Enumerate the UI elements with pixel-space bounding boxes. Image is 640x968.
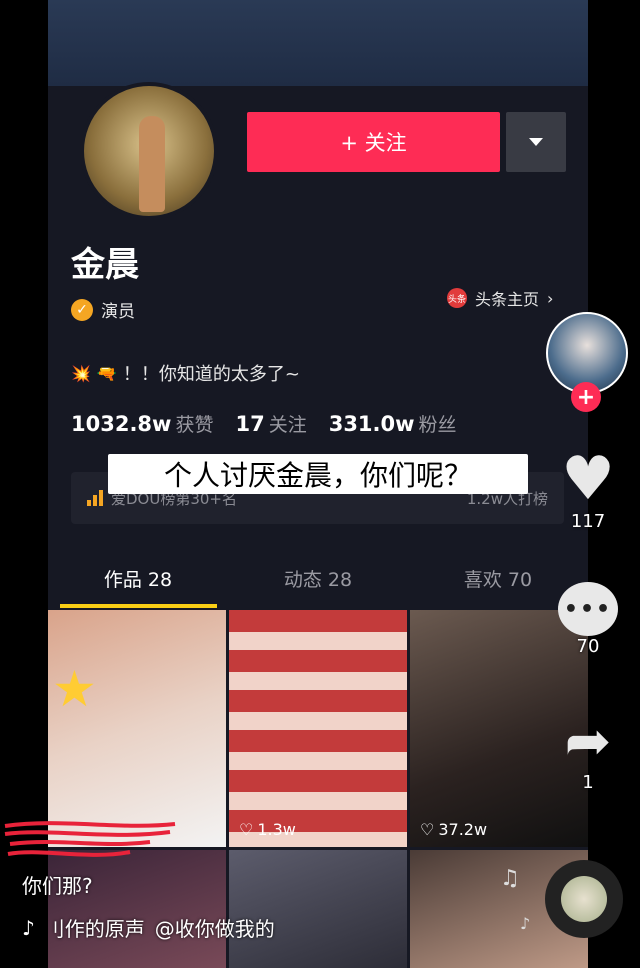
music-text: 刂作的原声 — [44, 917, 145, 941]
overlay-caption: 个人讨厌金晨，你们呢？ — [108, 454, 528, 494]
video-likes: ♡ 1.3w — [239, 820, 296, 839]
stat-likes[interactable]: 1032.8w 获赞 — [71, 410, 213, 437]
comment-count: 70 — [576, 636, 600, 657]
video-thumb[interactable] — [229, 850, 407, 968]
profile-stats: 1032.8w 获赞 17 关注 331.0w 粉丝 — [71, 410, 457, 437]
comment-action[interactable]: ••• 70 — [546, 582, 630, 657]
star-icon: ★ — [52, 660, 97, 718]
comment-icon: ••• — [558, 582, 618, 636]
stat-following-num: 17 — [235, 412, 265, 436]
more-dropdown-button[interactable] — [506, 112, 566, 172]
video-caption: 你们那? — [22, 874, 93, 898]
stat-followers[interactable]: 331.0w 粉丝 — [329, 410, 457, 437]
follow-plus-icon[interactable]: + — [571, 382, 601, 412]
profile-name: 金晨 — [71, 245, 139, 285]
tab-activity[interactable]: 动态 28 — [228, 560, 408, 608]
profile-tabs: 作品 28 动态 28 喜欢 70 — [48, 560, 588, 608]
tab-underline — [60, 604, 217, 608]
like-count: 117 — [570, 511, 606, 532]
video-thumb[interactable]: ♡ 1.3w — [229, 610, 407, 847]
bio-text: ！！你知道的太多了~ — [122, 364, 300, 385]
video-thumb[interactable]: ★ — [48, 610, 226, 847]
stat-following-label: 关注 — [268, 414, 307, 436]
video-likes-count: 1.3w — [257, 820, 296, 839]
like-action[interactable]: ♥ 117 — [546, 447, 630, 532]
video-likes: ♡ 37.2w — [420, 820, 487, 839]
toutiao-link[interactable]: 头条 头条主页 › — [447, 286, 553, 310]
profile-banner — [48, 0, 588, 86]
stat-following[interactable]: 17 关注 — [235, 410, 306, 437]
stat-likes-num: 1032.8w — [71, 412, 172, 436]
tab-works[interactable]: 作品 28 — [48, 560, 228, 608]
avatar-figure — [139, 116, 165, 212]
tiktok-note-icon: ♪ — [22, 915, 35, 940]
heart-icon: ♥ — [561, 444, 615, 514]
verified-icon: ✓ — [71, 298, 93, 321]
dropdown-icon — [529, 138, 543, 146]
disc-cover — [561, 876, 607, 922]
toutiao-icon: 头条 — [447, 288, 467, 308]
music-note-icon: ♪ — [520, 914, 531, 933]
redaction-scribble — [4, 821, 176, 857]
verification-label: 演员 — [101, 302, 135, 322]
share-count: 1 — [582, 772, 594, 793]
follow-label: + 关注 — [340, 131, 407, 155]
stat-followers-label: 粉丝 — [418, 414, 457, 436]
verification-badge: ✓ 演员 — [71, 297, 135, 322]
music-note-icon: ♫ — [500, 866, 520, 891]
gun-icon: 🔫 — [96, 363, 117, 383]
share-icon: ➦ — [564, 709, 612, 774]
explosion-icon: 💥 — [71, 363, 91, 383]
music-disc[interactable] — [545, 860, 623, 938]
stat-likes-label: 获赞 — [175, 414, 214, 436]
profile-avatar[interactable] — [80, 82, 218, 220]
stat-followers-num: 331.0w — [328, 412, 415, 436]
toutiao-label: 头条主页 — [475, 290, 540, 309]
profile-bio: 💥 🔫 ！！你知道的太多了~ — [71, 360, 300, 386]
heart-outline-icon: ♡ — [420, 820, 435, 839]
music-info[interactable]: ♪ 刂作的原声 @收你做我的 — [22, 913, 275, 942]
rank-chart-icon — [87, 490, 103, 506]
follow-button[interactable]: + 关注 — [247, 112, 500, 172]
chevron-right-icon: › — [547, 288, 554, 308]
share-action[interactable]: ➦ 1 — [546, 709, 630, 794]
video-likes-count: 37.2w — [438, 820, 488, 839]
heart-outline-icon: ♡ — [239, 820, 254, 839]
music-mention: @收你做我的 — [154, 917, 275, 941]
